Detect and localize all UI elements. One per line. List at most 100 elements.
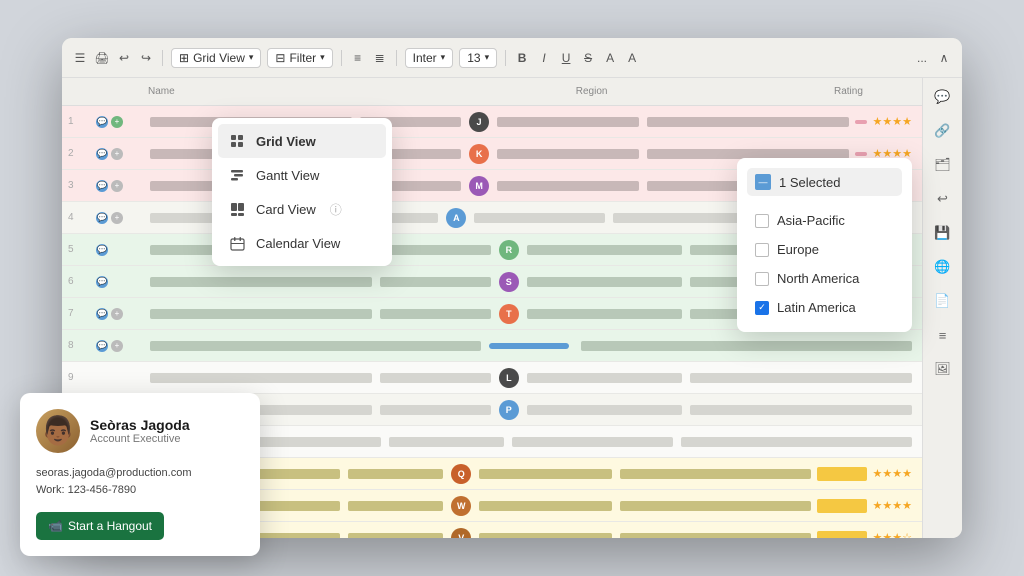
view-selector-button[interactable]: ⊞ Grid View ▾ [171, 48, 261, 68]
row-number: 9 [68, 372, 96, 383]
align-right-icon[interactable]: ≣ [372, 50, 388, 66]
filter-option-latin-america[interactable]: ✓ Latin America [747, 293, 902, 322]
cell-data2 [497, 117, 638, 127]
row-action-icons[interactable]: 💬 + [96, 148, 146, 160]
redo-icon[interactable]: ↪ [138, 50, 154, 66]
video-icon: 📹 [48, 519, 63, 533]
row-icon-comment[interactable]: 💬 [96, 340, 108, 352]
cell-data3 [690, 373, 912, 383]
contact-phone: Work: 123-456-7890 [36, 482, 244, 500]
save-sidebar-icon[interactable]: 💾 [932, 222, 954, 244]
status-badge [855, 152, 867, 156]
avatar: P [499, 400, 519, 420]
filter-checkbox-europe[interactable] [755, 243, 769, 257]
font-selector[interactable]: Inter ▾ [405, 48, 454, 68]
row-icon-comment[interactable]: 💬 [96, 116, 108, 128]
row-icon-comment[interactable]: 💬 [96, 148, 108, 160]
globe-sidebar-icon[interactable]: 🌐 [932, 256, 954, 278]
underline-icon[interactable]: U [558, 50, 574, 66]
doc-sidebar-icon[interactable]: 📄 [932, 290, 954, 312]
more-options-icon[interactable]: ... [914, 50, 930, 66]
row-action-icons[interactable]: 💬 + [96, 308, 146, 320]
collapse-icon[interactable]: ∧ [936, 50, 952, 66]
filter-option-europe[interactable]: Europe [747, 235, 902, 264]
filter-selected-label: 1 Selected [779, 175, 840, 190]
list-sidebar-icon[interactable]: ≡ [932, 324, 954, 346]
dropdown-gantt-view[interactable]: Gantt View [218, 158, 386, 192]
dropdown-calendar-view[interactable]: Calendar View [218, 226, 386, 260]
row-icon-link[interactable]: + [111, 116, 123, 128]
hangout-label: Start a Hangout [68, 519, 152, 533]
cell-data2 [527, 373, 682, 383]
row-icon-comment[interactable]: 💬 [96, 180, 108, 192]
filter-checkbox-north-america[interactable] [755, 272, 769, 286]
cell-data2 [479, 501, 612, 511]
cell-data3 [681, 437, 912, 447]
divider-3 [396, 50, 397, 66]
text-color-icon[interactable]: A [624, 50, 640, 66]
cell-data1 [348, 469, 443, 479]
cell-data2 [512, 437, 673, 447]
contact-header: 👨🏾 Seòras Jagoda Account Executive [36, 409, 244, 453]
bold-icon[interactable]: B [514, 50, 530, 66]
link-sidebar-icon[interactable]: 🔗 [932, 120, 954, 142]
toolbar: ☰ 🖨 ↩ ↪ ⊞ Grid View ▾ ⊟ Filter ▾ ≡ ≣ Int… [62, 38, 962, 78]
size-label: 13 [467, 51, 480, 65]
row-action-icons[interactable]: 💬 + [96, 116, 146, 128]
size-selector[interactable]: 13 ▾ [459, 48, 497, 68]
filter-label-north-america: North America [777, 271, 859, 286]
cell-data2 [497, 181, 638, 191]
chevron-down-icon: ▾ [249, 52, 254, 63]
row-action-icons[interactable]: 💬 + [96, 212, 146, 224]
grid-view-icon [228, 132, 246, 150]
cell-data2 [479, 533, 612, 539]
filter-button[interactable]: ⊟ Filter ▾ [267, 48, 332, 68]
row-number: 4 [68, 212, 96, 223]
filter-option-north-america[interactable]: North America [747, 264, 902, 293]
row-icon-link[interactable]: + [111, 212, 123, 224]
italic-icon[interactable]: I [536, 50, 552, 66]
avatar: R [499, 240, 519, 260]
start-hangout-button[interactable]: 📹 Start a Hangout [36, 512, 164, 540]
cell-data2 [527, 309, 682, 319]
avatar: A [446, 208, 466, 228]
row-icon-link[interactable]: + [111, 180, 123, 192]
filter-label-latin-america: Latin America [777, 300, 856, 315]
row-icon-comment[interactable]: 💬 [96, 308, 108, 320]
cell-data1 [380, 373, 491, 383]
dropdown-card-view[interactable]: Card View ⓘ [218, 192, 386, 226]
row-icon-link[interactable]: + [111, 148, 123, 160]
filter-option-asia[interactable]: Asia-Pacific [747, 206, 902, 235]
row-action-icons[interactable]: 💬 [96, 244, 146, 256]
row-icon-link[interactable]: + [111, 308, 123, 320]
archive-sidebar-icon[interactable]: 🗂 [932, 154, 954, 176]
row-action-icons[interactable]: 💬 [96, 276, 146, 288]
filter-selected-row: — 1 Selected [747, 168, 902, 196]
align-left-icon[interactable]: ≡ [350, 50, 366, 66]
row-icon-comment[interactable]: 💬 [96, 244, 108, 256]
highlight-icon[interactable]: A [602, 50, 618, 66]
image-sidebar-icon[interactable]: 🖼 [932, 358, 954, 380]
row-action-icons[interactable]: 💬 + [96, 180, 146, 192]
filter-region-dropdown: — 1 Selected Asia-Pacific Europe North A… [737, 158, 912, 332]
history-sidebar-icon[interactable]: ↩ [932, 188, 954, 210]
filter-checkbox-asia[interactable] [755, 214, 769, 228]
row-action-icons[interactable]: 💬 + [96, 340, 146, 352]
print-icon[interactable]: 🖨 [94, 50, 110, 66]
menu-icon[interactable]: ☰ [72, 50, 88, 66]
rating-stars: ★★★★ [873, 499, 912, 512]
cell-name [150, 309, 372, 319]
row-icon-comment[interactable]: 💬 [96, 276, 108, 288]
calendar-view-icon [228, 234, 246, 252]
comment-sidebar-icon[interactable]: 💬 [932, 86, 954, 108]
row-icon-comment[interactable]: 💬 [96, 212, 108, 224]
row-number: 3 [68, 180, 96, 191]
row-icon-link[interactable]: + [111, 340, 123, 352]
filter-checkbox-latin-america[interactable]: ✓ [755, 301, 769, 315]
undo-icon[interactable]: ↩ [116, 50, 132, 66]
dropdown-grid-view[interactable]: Grid View [218, 124, 386, 158]
contact-card: 👨🏾 Seòras Jagoda Account Executive seora… [20, 393, 260, 556]
yellow-bar [817, 467, 867, 481]
contact-info-block: Seòras Jagoda Account Executive [90, 417, 190, 445]
strikethrough-icon[interactable]: S [580, 50, 596, 66]
